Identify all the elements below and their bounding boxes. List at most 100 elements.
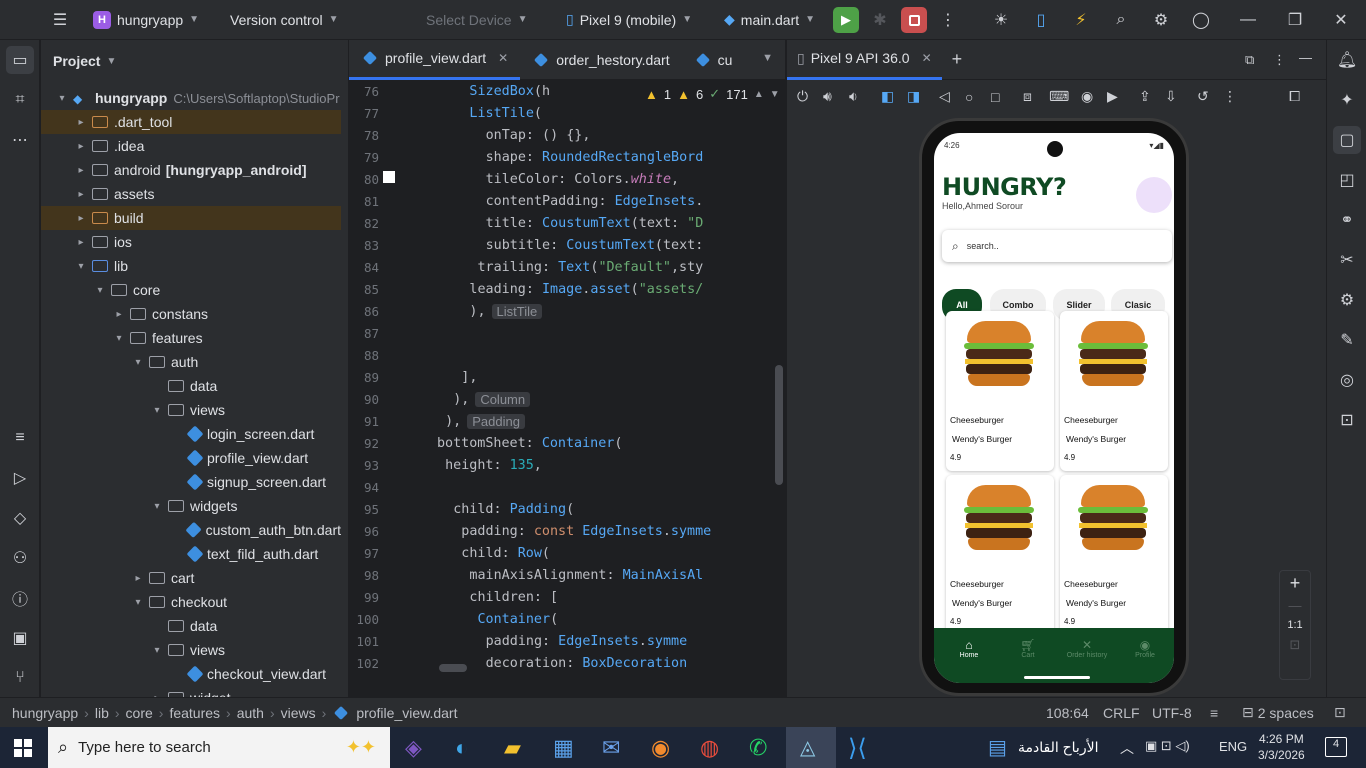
tree-item[interactable]: data [41,374,341,398]
project-panel-header[interactable]: Project ▼ [41,40,348,82]
tree-item[interactable]: ▾ features [41,326,341,350]
code-line[interactable]: 93 height: 135, [349,454,542,476]
code-line[interactable]: 94 [349,476,437,498]
zoom-out-icon[interactable]: — [1280,598,1310,613]
preview-icon[interactable]: ◎ [1333,366,1361,394]
logcat-icon[interactable]: ≡ [6,424,34,452]
project-tool-icon[interactable]: ▭ [6,46,34,74]
code-line[interactable]: 101 padding: EdgeInsets.symme [349,630,687,652]
breadcrumb-item[interactable]: features [169,705,220,721]
tree-item[interactable]: text_fild_auth.dart [41,542,341,566]
zoom-in-icon[interactable]: + [1280,573,1310,594]
tree-item[interactable]: data [41,614,341,638]
code-line[interactable]: 84 trailing: Text("Default",sty [349,256,703,278]
emulator-settings-icon[interactable]: ⧠ [1289,88,1315,105]
keyboard-icon[interactable]: ⌨ [1049,88,1081,105]
screenshot-icon[interactable]: ◉ [1081,88,1107,105]
rotate-right-icon[interactable]: ◨ [907,88,939,105]
run-config-dropdown[interactable]: ◆ main.dart ▼ [724,0,815,40]
code-line[interactable]: 102 decoration: BoxDecoration [349,652,687,674]
running-devices-icon[interactable]: ▢ [1333,126,1361,154]
avatar[interactable] [1136,177,1172,213]
code-line[interactable]: 82 title: CoustumText(text: "D [349,212,703,234]
tree-item[interactable]: ▾ auth [41,350,341,374]
terminal-icon[interactable]: ▣ [6,624,34,652]
code-line[interactable]: 87 [349,322,437,344]
reset-icon[interactable]: ↺ [1197,88,1223,105]
product-card[interactable]: Cheeseburger Wendy's Burger 4.9 [1060,475,1168,635]
tree-item[interactable]: ▾ widgets [41,494,341,518]
structure-icon[interactable]: ⌗ [6,86,34,114]
code-line[interactable]: 90), Column [349,388,531,410]
chrome-icon[interactable]: ◍ [700,735,719,761]
device-manager-icon[interactable]: ▯ [1027,6,1055,34]
main-menu-icon[interactable]: ☰ [46,6,74,34]
edit-icon[interactable]: ✎ [1333,326,1361,354]
breadcrumb-item[interactable]: views [281,705,316,721]
nav-order-history[interactable]: ✕ Order history [1062,638,1112,659]
code-line[interactable]: 96 padding: const EdgeInsets.symme [349,520,711,542]
tree-item[interactable]: ▸ constans [41,302,341,326]
app-inspection-icon[interactable]: ⚇ [6,544,34,572]
code-line[interactable]: 80 tileColor: Colors.white, [349,168,679,190]
notifications-icon[interactable]: 🔔︎ [1333,46,1361,74]
caret-position[interactable]: 108:64 [1046,705,1089,721]
nav-profile[interactable]: ◉ Profile [1125,638,1165,659]
code-line[interactable]: 78 onTap: () {}, [349,124,590,146]
vertical-scrollbar[interactable] [775,365,783,485]
firefox-icon[interactable]: ◉ [651,735,670,761]
more-actions-icon[interactable]: ⋮ [934,6,962,34]
fit-screen-icon[interactable]: ⊡ [1280,637,1310,653]
stop-icon[interactable] [901,7,927,33]
account-icon[interactable]: ◯ [1187,6,1215,34]
tree-item[interactable]: ▸ .idea [41,134,341,158]
tree-item[interactable]: signup_screen.dart [41,470,341,494]
whatsapp-icon[interactable]: ✆ [749,735,767,761]
volume-down-icon[interactable]: 🔉︎ [849,88,881,105]
tree-item[interactable]: ▸ ios [41,230,341,254]
windows-start-icon[interactable] [14,739,32,757]
tree-item[interactable]: custom_auth_btn.dart [41,518,341,542]
maximize-icon[interactable]: ❐ [1281,6,1309,34]
version-control-menu[interactable]: Version control ▼ [230,0,339,40]
tree-item[interactable]: ▾ core [41,278,341,302]
readonly-toggle-icon[interactable]: ⊡ [1334,704,1346,721]
overview-icon[interactable]: □ [991,89,1023,105]
emulator-tab[interactable]: ▯ Pixel 9 API 36.0 ✕ [787,40,942,80]
search-input[interactable]: ⌕ search.. [942,230,1172,262]
tab-profile-view[interactable]: profile_view.dart ✕ [349,40,521,80]
more-icon[interactable]: ⋮ [1223,88,1289,105]
link-icon[interactable]: ⚭ [1333,206,1361,234]
edge-icon[interactable]: ◐ [455,735,468,761]
debug-icon[interactable]: ✱ [866,6,894,34]
file-explorer-icon[interactable]: ▰ [504,735,521,761]
back-icon[interactable]: ◁ [939,88,965,105]
code-line[interactable]: 76 SizedBox(h [349,82,550,102]
home-icon[interactable]: ○ [965,89,991,105]
product-card[interactable]: Cheeseburger Wendy's Burger 4.9 [946,311,1054,471]
tools-icon[interactable]: ✂ [1333,246,1361,274]
tree-item[interactable]: ▸widget [41,686,341,697]
taskbar-search[interactable]: ⌕ Type here to search ✦✦ [48,727,390,768]
tree-item[interactable]: login_screen.dart [41,422,341,446]
tree-item[interactable]: ▾ views [41,398,341,422]
tree-item[interactable]: checkout_view.dart [41,662,341,686]
copilot-icon[interactable]: ◈ [405,735,422,761]
code-line[interactable]: 86), ListTile [349,300,543,322]
code-line[interactable]: 98 mainAxisAlignment: MainAxisAl [349,564,703,586]
tree-item[interactable]: ▸ android [hungryapp_android] [41,158,341,182]
search-icon[interactable]: ⌕ [1107,6,1135,34]
horizontal-scrollbar[interactable] [439,664,467,672]
breadcrumb-item[interactable]: lib [95,705,109,721]
add-device-icon[interactable]: + [952,49,963,70]
indent-setting[interactable]: ⊟ 2 spaces [1242,704,1314,721]
code-line[interactable]: 83 subtitle: CoustumText(text: [349,234,703,256]
zoom-actual-size[interactable]: 1:1 [1280,619,1310,631]
open-external-icon[interactable]: ⧉ [1245,52,1254,68]
code-line[interactable]: 88 [349,344,437,366]
news-text[interactable]: الأرباح القادمة [1018,739,1098,756]
android-studio-taskbar[interactable]: ◬ [786,727,836,768]
code-line[interactable]: 91), Padding [349,410,525,432]
close-tab-icon[interactable]: ✕ [498,51,508,65]
code-line[interactable]: 89], [349,366,477,388]
